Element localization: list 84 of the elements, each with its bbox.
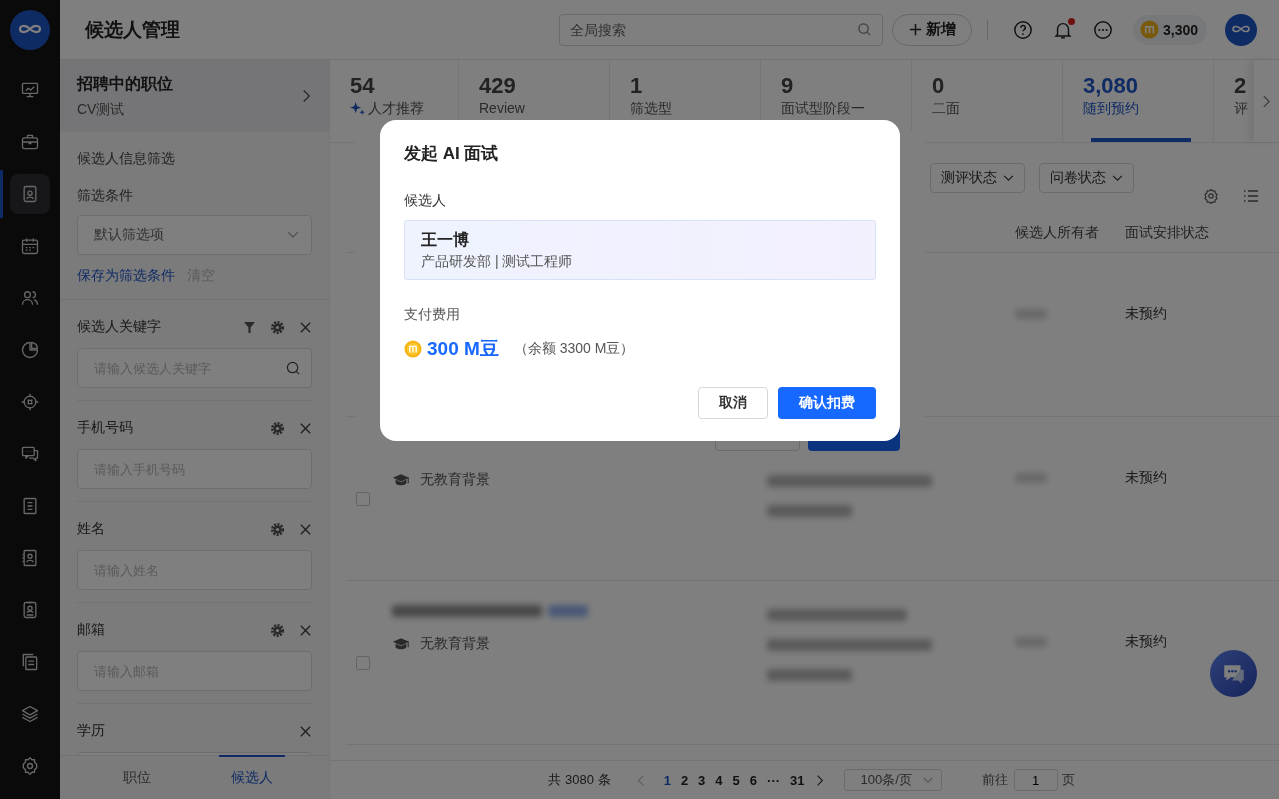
field-label: 姓名 <box>77 520 106 538</box>
close-icon[interactable] <box>299 623 312 637</box>
list-icon[interactable] <box>1243 188 1259 204</box>
chevron-down-icon <box>287 231 299 239</box>
graduation-cap-icon <box>392 472 410 488</box>
education-text: 无教育背景 <box>420 635 490 653</box>
position-title: 招聘中的职位 <box>77 73 174 94</box>
position-card[interactable]: 招聘中的职位 CV测试 <box>60 60 329 132</box>
avatar[interactable] <box>1225 13 1257 46</box>
table-cell: 未预约 <box>1125 633 1167 649</box>
page-button[interactable]: 6 <box>744 772 763 788</box>
settings-icon[interactable] <box>270 622 285 638</box>
filter-dropdown[interactable]: 问卷状态 <box>1039 163 1134 193</box>
page-button[interactable]: 3 <box>693 772 711 788</box>
confirm-button[interactable]: 确认扣费 <box>778 387 876 419</box>
field-label: 手机号码 <box>77 419 134 437</box>
position-name: CV测试 <box>77 100 126 119</box>
plus-icon <box>907 22 923 37</box>
close-icon[interactable] <box>299 724 312 738</box>
column-header: 候选人所有者 <box>1015 223 1100 242</box>
field-label: 筛选条件 <box>77 187 134 205</box>
logo-icon[interactable] <box>10 10 50 50</box>
panel-tab[interactable]: 职位 <box>80 756 195 799</box>
page-button[interactable]: 5 <box>727 772 745 788</box>
page-size-select[interactable]: 100条/页 <box>843 769 942 791</box>
settings-icon[interactable] <box>1203 188 1219 204</box>
close-icon[interactable] <box>299 421 312 435</box>
filter-icon[interactable] <box>243 320 256 334</box>
goto-label: 前往 <box>981 771 1008 789</box>
field-label: 支付费用 <box>404 306 460 324</box>
section-heading: 候选人信息筛选 <box>77 150 176 168</box>
candidate-name: 王一博 <box>421 229 470 250</box>
total-count: 共 3080 条 <box>548 771 611 789</box>
save-filter-link[interactable]: 保存为筛选条件 <box>77 267 175 285</box>
table-cell: 未预约 <box>1125 469 1167 485</box>
search-field[interactable]: 全局搜索 <box>558 13 883 46</box>
page-button[interactable]: ··· <box>762 772 786 788</box>
page-input[interactable]: 1 <box>1013 769 1058 791</box>
fee-amount: 300 M豆 <box>427 337 499 361</box>
settings-icon[interactable] <box>270 521 285 537</box>
coin-balance[interactable]: 3,300 <box>1132 14 1207 45</box>
page-button[interactable]: 4 <box>710 772 728 788</box>
dialog-title: 发起 AI 面试 <box>404 143 499 165</box>
row-checkbox[interactable] <box>356 492 370 506</box>
graduation-cap-icon <box>392 636 410 652</box>
sparkle-icon <box>350 101 365 116</box>
column-header: 面试安排状态 <box>1125 223 1210 242</box>
page-button[interactable]: 31 <box>785 772 810 788</box>
filter-dropdown[interactable]: 测评状态 <box>930 163 1025 193</box>
profile-document-icon[interactable] <box>10 174 50 214</box>
coin-icon <box>404 340 422 358</box>
page-title: 候选人管理 <box>85 17 181 42</box>
field-label: 候选人关键字 <box>77 318 162 336</box>
page-suffix: 页 <box>1061 771 1075 789</box>
chat-button[interactable] <box>1210 650 1257 697</box>
page-button[interactable]: 1 <box>658 772 676 788</box>
education-text: 无教育背景 <box>420 471 490 489</box>
next-page-icon[interactable] <box>815 773 824 787</box>
coin-icon <box>1139 20 1159 39</box>
help-icon[interactable] <box>1012 19 1033 40</box>
stage-tab[interactable]: 3,080 随到预约 <box>1063 60 1214 142</box>
chevron-right-icon <box>301 88 312 104</box>
chevron-down-icon <box>922 776 933 784</box>
settings-icon[interactable] <box>270 420 285 436</box>
chevron-down-icon <box>1112 174 1123 182</box>
add-button[interactable]: 新增 <box>891 13 972 46</box>
filter-select[interactable]: 默认筛选项 <box>77 215 312 255</box>
chevron-down-icon <box>1003 174 1014 182</box>
panel-tab[interactable]: 候选人 <box>194 756 309 799</box>
balance-text: （余额 3300 M豆） <box>513 340 635 358</box>
settings-icon[interactable] <box>270 319 285 335</box>
close-icon[interactable] <box>299 522 312 536</box>
page-button[interactable]: 2 <box>675 772 694 788</box>
chevron-right-icon <box>1262 93 1271 109</box>
candidate-detail: 产品研发部 | 测试工程师 <box>421 252 574 271</box>
field-label: 候选人 <box>404 192 446 210</box>
search-icon <box>856 22 872 37</box>
table-cell: 未预约 <box>1125 305 1167 321</box>
field-label: 邮箱 <box>77 621 106 639</box>
row-checkbox[interactable] <box>356 656 370 670</box>
cancel-button[interactable]: 取消 <box>698 387 768 419</box>
close-icon[interactable] <box>299 320 312 334</box>
field-label: 学历 <box>77 722 106 740</box>
more-icon[interactable] <box>1092 19 1113 40</box>
